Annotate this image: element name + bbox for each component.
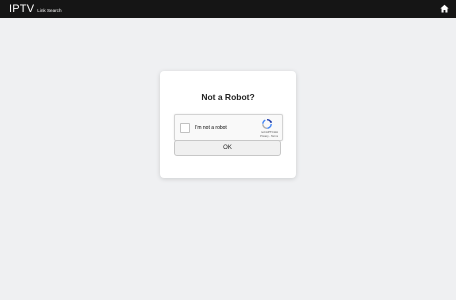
top-navigation-bar: IPTV Link Search bbox=[0, 0, 456, 18]
ok-button[interactable]: OK bbox=[174, 140, 281, 156]
captcha-dialog: Not a Robot? I'm not a robot reCAPTCHA P… bbox=[160, 71, 296, 178]
recaptcha-label: I'm not a robot bbox=[195, 125, 227, 131]
home-icon[interactable] bbox=[440, 4, 449, 13]
recaptcha-checkbox[interactable] bbox=[180, 123, 190, 133]
dialog-title: Not a Robot? bbox=[201, 92, 255, 102]
recaptcha-widget: I'm not a robot reCAPTCHA Privacy - Term… bbox=[174, 114, 283, 141]
recaptcha-links: Privacy - Terms bbox=[260, 135, 278, 138]
recaptcha-terms-link[interactable]: Terms bbox=[271, 135, 278, 138]
recaptcha-logo-icon bbox=[262, 119, 272, 129]
app-title: IPTV bbox=[9, 2, 35, 15]
brand[interactable]: IPTV Link Search bbox=[9, 3, 62, 15]
app-subtitle: Link Search bbox=[37, 7, 62, 13]
recaptcha-privacy-link[interactable]: Privacy bbox=[260, 135, 269, 138]
recaptcha-brand: reCAPTCHA bbox=[260, 130, 278, 134]
